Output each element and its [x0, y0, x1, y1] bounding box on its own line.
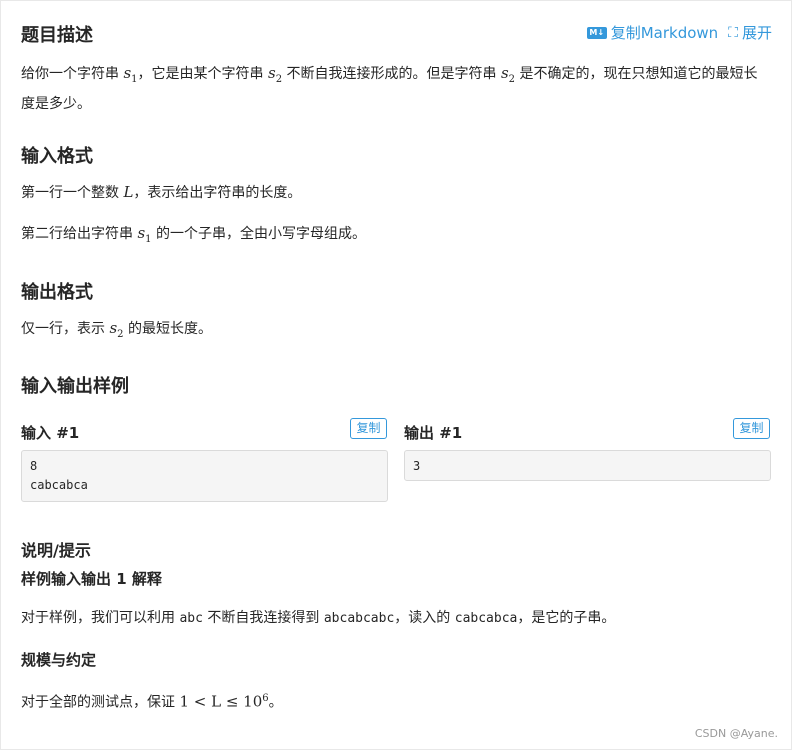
hint-title: 说明/提示	[21, 541, 91, 560]
hint-scale-title: 规模与约定	[21, 651, 97, 669]
copy-markdown-label: 复制Markdown	[610, 24, 719, 42]
hint-scale-text: 对于全部的测试点，保证 1 < L ≤ 106。	[21, 692, 283, 711]
sample-output-label: 输出 #1	[404, 424, 463, 442]
description-text: 给你一个字符串 s1，它是由某个字符串 s2 不断自我连接形成的。但是字符串 s…	[21, 64, 758, 112]
input-format-title: 输入格式	[21, 146, 93, 167]
description-title: 题目描述	[21, 25, 93, 46]
markdown-icon: M↓	[586, 26, 607, 39]
input-format-line2: 第二行给出字符串 s1 的一个子串，全由小写字母组成。	[21, 224, 366, 245]
expand-link[interactable]: ⛶ 展开	[728, 22, 772, 43]
copy-input-button[interactable]: 复制	[350, 418, 387, 439]
output-format-line: 仅一行，表示 s2 的最短长度。	[21, 319, 212, 340]
hint-explanation: 对于样例，我们可以利用 abc 不断自我连接得到 abcabcabc，读入的 c…	[21, 610, 616, 626]
input-format-line1: 第一行一个整数 L，表示给出字符串的长度。	[21, 183, 302, 201]
watermark: CSDN @Ayane.	[694, 727, 778, 740]
hint-sample-title: 样例输入输出 1 解释	[21, 570, 162, 588]
copy-markdown-link[interactable]: M↓ 复制Markdown	[586, 22, 719, 43]
expand-label: 展开	[741, 24, 772, 42]
expand-icon: ⛶	[728, 24, 738, 41]
output-format-title: 输出格式	[21, 282, 93, 303]
sample-output-box[interactable]: 3	[404, 450, 771, 481]
samples-title: 输入输出样例	[21, 376, 129, 397]
sample-input-box[interactable]: 8 cabcabca	[21, 450, 388, 502]
sample-input-label: 输入 #1	[21, 424, 80, 442]
toolbar: M↓ 复制Markdown ⛶ 展开	[586, 22, 772, 43]
copy-output-button[interactable]: 复制	[733, 418, 770, 439]
